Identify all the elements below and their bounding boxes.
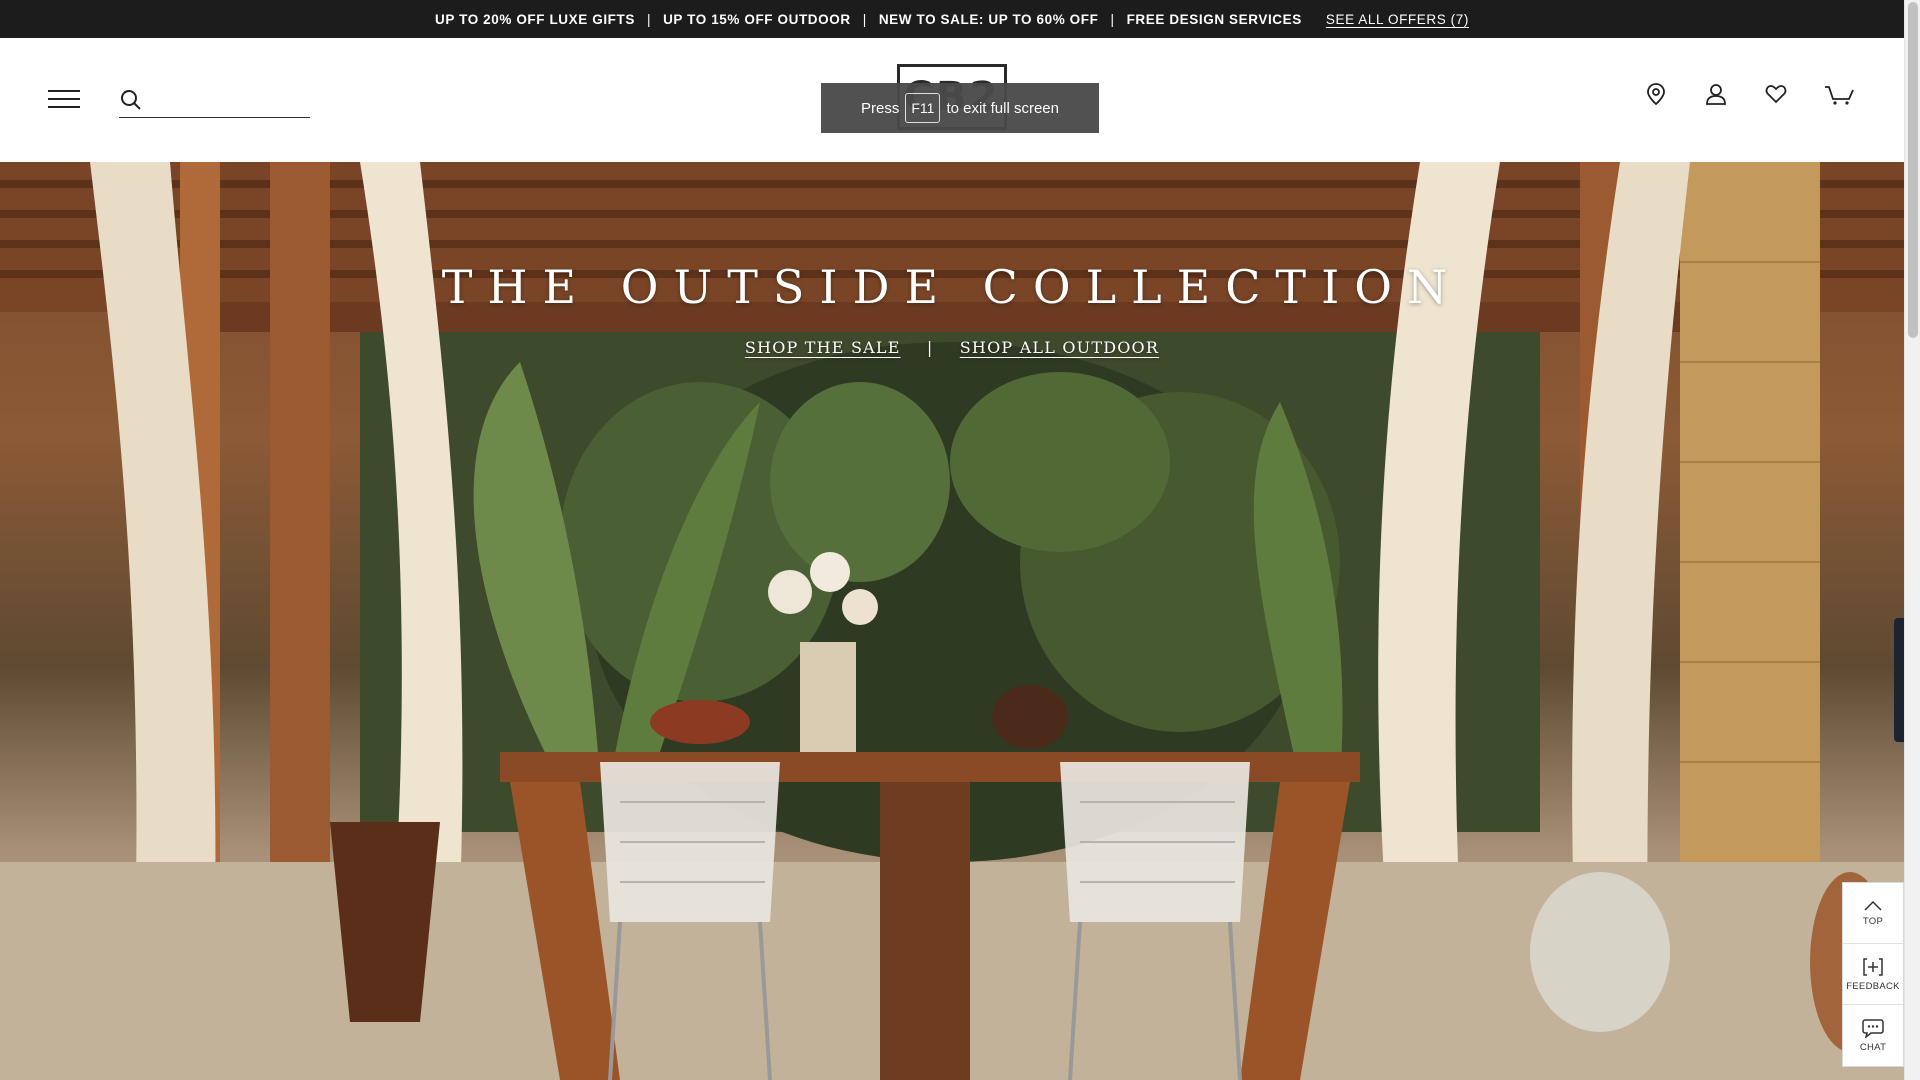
hero-links: SHOP THE SALE | SHOP ALL OUTDOOR [0, 338, 1904, 357]
search-box[interactable] [119, 82, 310, 118]
see-all-offers-link[interactable]: SEE ALL OFFERS (7) [1326, 12, 1469, 27]
shop-the-sale-link[interactable]: SHOP THE SALE [745, 338, 901, 357]
promo-luxe-gifts: UP TO 20% OFF LUXE GIFTS [435, 11, 635, 27]
cart-icon[interactable] [1824, 82, 1854, 106]
feedback-icon [1863, 957, 1883, 976]
promo-bar: UP TO 20% OFF LUXE GIFTS | UP TO 15% OFF… [0, 0, 1904, 38]
toast-key: F11 [905, 93, 941, 123]
hamburger-icon [48, 90, 80, 92]
search-input[interactable] [151, 86, 306, 112]
scrollbar-thumb[interactable] [1908, 2, 1918, 338]
hero-title: THE OUTSIDE COLLECTION [441, 260, 1463, 314]
hero-link-divider: | [926, 338, 934, 357]
back-to-top-button[interactable]: TOP [1843, 883, 1903, 944]
menu-button[interactable] [48, 90, 80, 110]
shop-all-outdoor-link[interactable]: SHOP ALL OUTDOOR [960, 338, 1159, 357]
search-icon [121, 90, 141, 110]
store-locator-icon[interactable] [1644, 82, 1668, 106]
toast-prefix: Press [861, 99, 900, 117]
promo-separator: | [1110, 11, 1115, 27]
account-icon[interactable] [1704, 82, 1728, 106]
chevron-up-icon [1864, 900, 1882, 911]
feedback-button[interactable]: FEEDBACK [1843, 944, 1903, 1005]
promo-separator: | [862, 11, 867, 27]
feedback-label: FEEDBACK [1846, 980, 1900, 992]
hero-banner[interactable]: THE OUTSIDE COLLECTION SHOP THE SALE | S… [0, 162, 1904, 1080]
fullscreen-toast: Press F11 to exit full screen [821, 83, 1099, 133]
page-scrollbar[interactable] [1904, 0, 1920, 1080]
toast-suffix: to exit full screen [946, 99, 1059, 117]
site-header: CB2 Press F11 [0, 38, 1904, 162]
promo-design-services: FREE DESIGN SERVICES [1126, 11, 1302, 27]
chat-icon [1862, 1019, 1884, 1038]
side-widgets: TOP FEEDBACK CHAT [1842, 882, 1904, 1067]
chat-button[interactable]: CHAT [1843, 1005, 1903, 1066]
promo-new-to-sale: NEW TO SALE: UP TO 60% OFF [878, 11, 1099, 27]
header-icons [1644, 82, 1854, 106]
promo-separator: | [646, 11, 652, 27]
top-label: TOP [1862, 915, 1884, 927]
favorites-icon[interactable] [1764, 82, 1788, 106]
edge-tab[interactable] [1894, 618, 1904, 742]
promo-outdoor: UP TO 15% OFF OUTDOOR [663, 11, 851, 27]
chat-label: CHAT [1859, 1042, 1887, 1053]
